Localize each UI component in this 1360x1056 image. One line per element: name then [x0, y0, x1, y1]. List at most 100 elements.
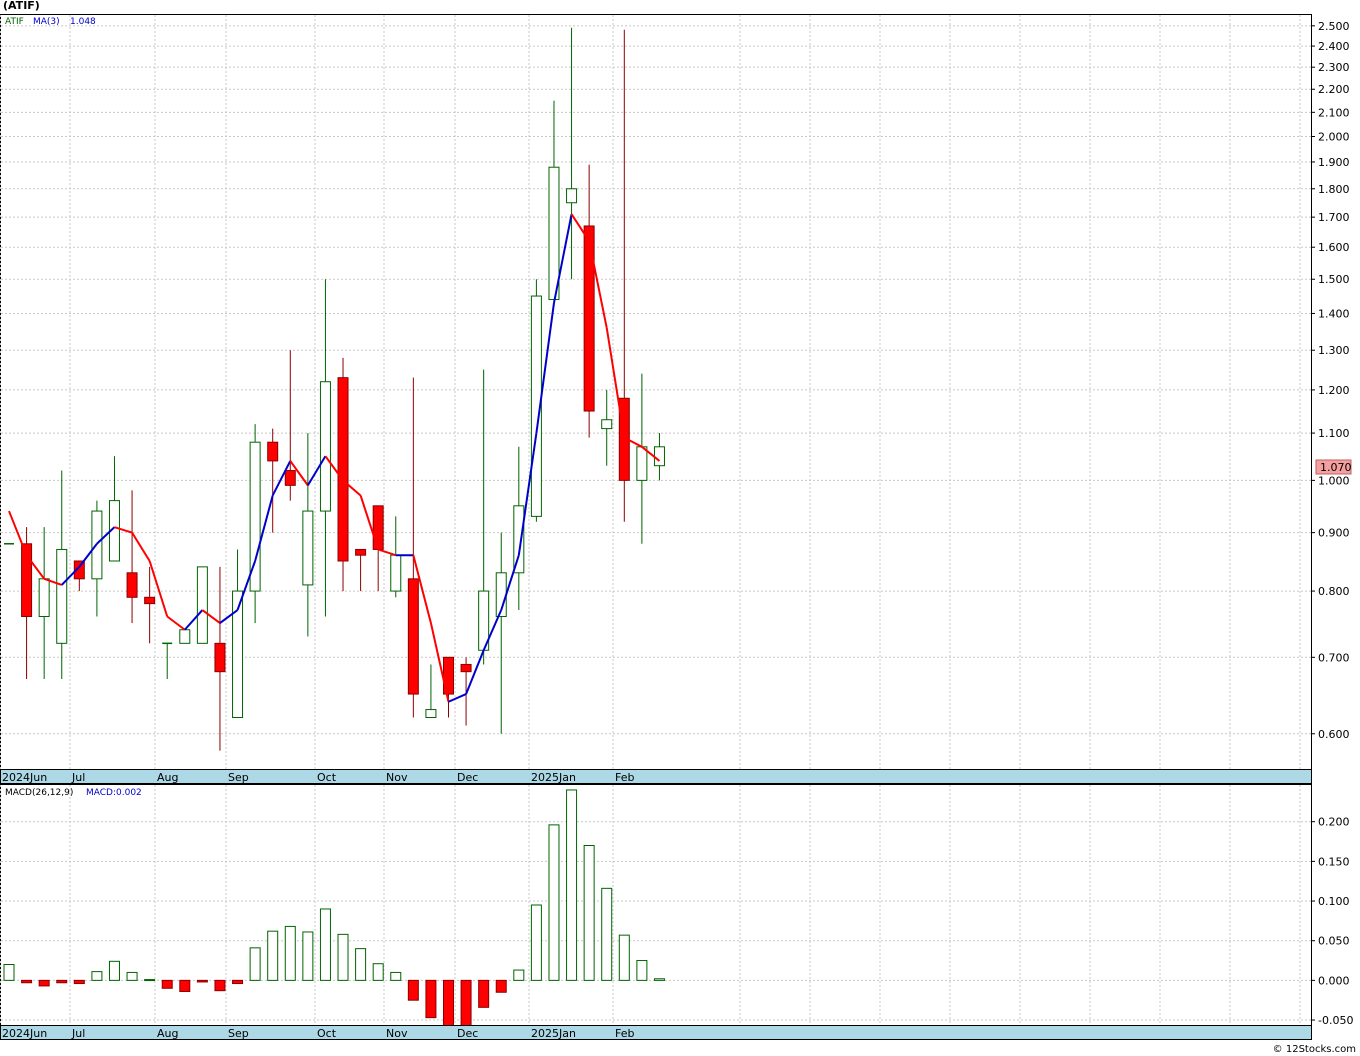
- macd-bar: [126, 971, 138, 981]
- macd-bar: [196, 979, 208, 983]
- candle-body: [337, 377, 349, 562]
- price-x-tick-label: 2025Jan: [531, 771, 576, 784]
- candle-body: [267, 441, 279, 462]
- candle-body: [179, 629, 191, 644]
- price-y-tick-label: 2.500: [1318, 20, 1350, 33]
- candle-body: [302, 510, 314, 586]
- price-y-tick-label: 0.600: [1318, 728, 1350, 741]
- macd-bar: [161, 979, 173, 989]
- macd-bar: [319, 908, 331, 981]
- price-y-tick-label: 2.200: [1318, 83, 1350, 96]
- macd-x-tick-label: Dec: [457, 1027, 478, 1040]
- candle-body: [196, 566, 208, 644]
- price-y-tick-label: 0.700: [1318, 651, 1350, 664]
- macd-bar: [566, 789, 578, 981]
- price-y-tick-label: 1.600: [1318, 241, 1350, 254]
- price-x-tick-label: Jul: [71, 771, 85, 784]
- macd-bar: [618, 934, 630, 981]
- price-y-tick-label: 1.000: [1318, 474, 1350, 487]
- candle-body: [407, 578, 419, 695]
- ticker-title: (ATIF): [3, 0, 40, 12]
- macd-bar: [495, 979, 507, 993]
- legend-ma-label: MA(3): [33, 17, 60, 27]
- macd-bar: [179, 979, 191, 992]
- price-y-tick-label: 0.800: [1318, 585, 1350, 598]
- macd-x-tick-label: Jul: [71, 1027, 85, 1040]
- price-y-axis: 0.600 0.700 0.800 0.900 1.000 1.100 1.200 1.300…: [1311, 20, 1350, 741]
- macd-bar: [425, 979, 437, 1019]
- candle-body: [319, 381, 331, 512]
- macd-bar: [636, 960, 648, 981]
- candle-body: [513, 505, 525, 574]
- legend-macd-value: MACD:0.002: [86, 788, 142, 798]
- candle-body: [214, 642, 226, 673]
- price-y-tick-label: 1.100: [1318, 427, 1350, 440]
- candle-body: [284, 470, 296, 486]
- macd-y-tick-label: -0.050: [1318, 1014, 1353, 1027]
- price-y-tick-label: 1.700: [1318, 211, 1350, 224]
- price-date-axis-band: [0, 769, 1312, 784]
- macd-bar: [513, 969, 525, 981]
- macd-bar: [302, 931, 314, 981]
- macd-bar: [460, 979, 472, 1028]
- macd-bar: [214, 979, 226, 992]
- macd-x-tick-label: 2024Jun: [2, 1027, 47, 1040]
- macd-x-tick-label: Aug: [157, 1027, 178, 1040]
- price-y-tick-label: 1.800: [1318, 183, 1350, 196]
- candle-body: [355, 548, 367, 556]
- price-y-tick-label: 2.400: [1318, 40, 1350, 53]
- legend-ma-value: 1.048: [70, 17, 96, 27]
- price-y-tick-label: 1.900: [1318, 156, 1350, 169]
- macd-bar: [372, 963, 384, 981]
- macd-y-tick-label: 0.100: [1318, 895, 1350, 908]
- macd-bar: [73, 979, 85, 985]
- candle-body: [38, 578, 50, 618]
- macd-bar: [355, 948, 367, 981]
- candle-body: [144, 596, 156, 605]
- macd-bar: [337, 933, 349, 981]
- macd-plot-area: [0, 784, 1312, 1026]
- price-x-tick-label: Aug: [157, 771, 178, 784]
- candle-body: [460, 663, 472, 673]
- macd-bar: [443, 979, 454, 1033]
- chart-canvas: 0.600 0.700 0.800 0.900 1.000 1.100 1.200 1.300…: [0, 14, 1353, 1040]
- price-y-tick-label: 1.500: [1318, 273, 1350, 286]
- price-x-tick-label: Feb: [615, 771, 634, 784]
- macd-bar: [108, 960, 120, 981]
- macd-x-tick-label: 2025Jan: [531, 1027, 576, 1040]
- legend-symbol: ATIF: [5, 17, 24, 27]
- footer-credit: © 12Stocks.com: [1272, 1044, 1356, 1055]
- macd-bar: [478, 979, 490, 1008]
- macd-bar: [390, 971, 402, 981]
- price-y-tick-label: 2.000: [1318, 131, 1350, 144]
- price-y-tick-label: 0.900: [1318, 527, 1350, 540]
- price-x-tick-label: Dec: [457, 771, 478, 784]
- macd-bar: [56, 979, 68, 984]
- candle-body: [425, 709, 437, 719]
- macd-y-tick-label: 0.000: [1318, 974, 1350, 987]
- macd-bar: [548, 824, 560, 981]
- macd-bar: [601, 887, 613, 981]
- price-y-tick-label: 2.300: [1318, 61, 1350, 74]
- price-y-tick-label: 2.100: [1318, 106, 1350, 119]
- candle-body: [636, 446, 648, 481]
- price-x-tick-label: 2024Jun: [2, 771, 47, 784]
- price-plot-area: [0, 14, 1312, 770]
- legend-macd-label: MACD(26,12,9): [5, 788, 73, 798]
- macd-date-axis-band: [0, 1025, 1312, 1040]
- macd-x-tick-label: Feb: [615, 1027, 634, 1040]
- macd-bar: [653, 978, 665, 981]
- macd-y-axis: -0.050 0.000 0.050 0.100 0.150 0.200: [1311, 816, 1353, 1027]
- macd-bar: [21, 979, 33, 984]
- macd-bar: [284, 925, 296, 981]
- macd-y-tick-label: 0.200: [1318, 816, 1350, 829]
- macd-bar: [583, 845, 595, 981]
- macd-x-tick-label: Sep: [228, 1027, 249, 1040]
- macd-bar: [232, 979, 244, 985]
- macd-bar: [407, 979, 419, 1001]
- candle-body: [390, 554, 402, 592]
- price-x-tick-label: Nov: [386, 771, 408, 784]
- candle-body: [126, 572, 138, 598]
- current-price-label: 1.070: [1320, 461, 1352, 474]
- candle-body: [56, 548, 68, 644]
